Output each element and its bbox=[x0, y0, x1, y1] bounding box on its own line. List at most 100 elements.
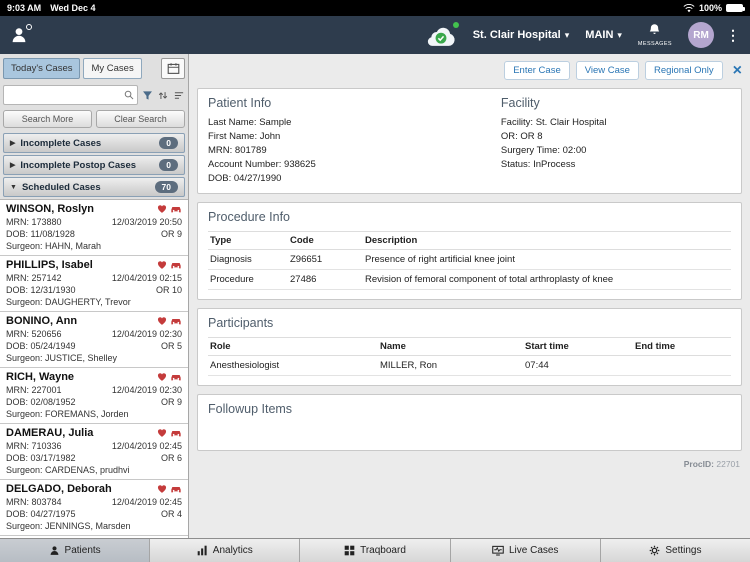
procedure-info-title: Procedure Info bbox=[208, 210, 731, 224]
case-dob: DOB: 04/27/1975 bbox=[6, 509, 76, 519]
followup-items-card: Followup Items bbox=[197, 394, 742, 451]
facility-selector-label: St. Clair Hospital bbox=[473, 29, 561, 41]
case-room: OR 10 bbox=[156, 285, 182, 295]
search-icon bbox=[124, 90, 134, 100]
section-incomplete-cases[interactable]: ▶ Incomplete Cases 0 bbox=[3, 133, 185, 153]
case-room: OR 4 bbox=[161, 509, 182, 519]
case-mrn: MRN: 710336 bbox=[6, 441, 62, 451]
proc-id-value: 22701 bbox=[716, 459, 740, 469]
tab-my-cases[interactable]: My Cases bbox=[83, 58, 141, 79]
close-icon[interactable]: × bbox=[733, 63, 742, 79]
search-row bbox=[0, 83, 188, 107]
search-box bbox=[3, 85, 138, 105]
case-mrn: MRN: 803784 bbox=[6, 497, 62, 507]
followup-items-body bbox=[208, 423, 731, 441]
participant-start-time: 07:44 bbox=[523, 356, 633, 376]
patient-mrn: MRN: 801789 bbox=[208, 145, 501, 156]
tab-label: Traqboard bbox=[360, 545, 406, 556]
tab-todays-cases[interactable]: Today's Cases bbox=[3, 58, 80, 79]
case-dob: DOB: 05/24/1949 bbox=[6, 341, 76, 351]
proc-id: ProcID: 22701 bbox=[197, 459, 742, 469]
case-surgeon: Surgeon: CARDENAS, prudhvi bbox=[6, 465, 130, 475]
case-surgeon: Surgeon: JUSTICE, Shelley bbox=[6, 353, 117, 363]
case-room: OR 6 bbox=[161, 453, 182, 463]
person-badge bbox=[26, 24, 32, 30]
case-dob: DOB: 11/08/1928 bbox=[6, 229, 75, 239]
tab-analytics[interactable]: Analytics bbox=[150, 539, 300, 562]
calendar-button[interactable] bbox=[161, 58, 185, 79]
case-list-item[interactable]: RICH, Wayne MRN: 22700112/04/2019 02:30 … bbox=[0, 368, 188, 424]
tab-traqboard[interactable]: Traqboard bbox=[300, 539, 450, 562]
case-datetime: 12/04/2019 02:30 bbox=[112, 385, 182, 395]
tab-settings[interactable]: Settings bbox=[601, 539, 750, 562]
transport-icon bbox=[170, 428, 182, 438]
view-case-button[interactable]: View Case bbox=[576, 61, 639, 80]
filter-button[interactable] bbox=[142, 90, 153, 101]
cloud-sync-icon bbox=[425, 25, 457, 46]
case-list-item[interactable]: PHILLIPS, Isabel MRN: 25714212/04/2019 0… bbox=[0, 256, 188, 312]
analytics-icon bbox=[197, 545, 208, 556]
section-label: Incomplete Postop Cases bbox=[20, 160, 136, 171]
case-room: OR 9 bbox=[161, 229, 182, 239]
regional-only-button[interactable]: Regional Only bbox=[645, 61, 723, 80]
case-list-item[interactable]: DELGADO, Deborah MRN: 80378412/04/2019 0… bbox=[0, 480, 188, 536]
section-scheduled-cases[interactable]: ▼ Scheduled Cases 70 bbox=[3, 177, 185, 197]
case-list-item[interactable]: DAMERAU, Julia MRN: 71033612/04/2019 02:… bbox=[0, 424, 188, 480]
tab-live-cases[interactable]: Live Cases bbox=[451, 539, 601, 562]
user-avatar[interactable]: RM bbox=[688, 22, 714, 48]
transport-icon bbox=[170, 204, 182, 214]
status-date: Wed Dec 4 bbox=[50, 3, 95, 13]
case-datetime: 12/04/2019 02:15 bbox=[112, 273, 182, 283]
case-mrn: MRN: 257142 bbox=[6, 273, 62, 283]
messages-button[interactable]: MESSAGES bbox=[638, 23, 672, 48]
table-row: Diagnosis Z96651 Presence of right artif… bbox=[208, 250, 731, 270]
case-room: OR 9 bbox=[161, 397, 182, 407]
sort-button[interactable] bbox=[157, 90, 169, 101]
tab-patients[interactable]: Patients bbox=[0, 539, 150, 562]
patient-add-button[interactable] bbox=[10, 26, 28, 44]
list-options-button[interactable] bbox=[173, 90, 185, 101]
search-more-button[interactable]: Search More bbox=[3, 110, 92, 128]
tab-label: Patients bbox=[65, 545, 101, 556]
procedure-table: Type Code Description Diagnosis Z96651 P… bbox=[208, 231, 731, 290]
col-description: Description bbox=[363, 232, 731, 250]
patient-account-number: Account Number: 938625 bbox=[208, 159, 501, 170]
patient-info-fields: Last Name: Sample First Name: John MRN: … bbox=[208, 117, 501, 184]
procedure-description: Presence of right artificial knee joint bbox=[363, 250, 731, 270]
section-count-badge: 0 bbox=[159, 159, 178, 171]
section-incomplete-postop-cases[interactable]: ▶ Incomplete Postop Cases 0 bbox=[3, 155, 185, 175]
col-name: Name bbox=[378, 338, 523, 356]
site-selector-label: MAIN bbox=[585, 29, 613, 41]
case-surgeon: Surgeon: JENNINGS, Marsden bbox=[6, 521, 131, 531]
facility-selector[interactable]: St. Clair Hospital ▾ bbox=[473, 29, 570, 41]
cardiac-risk-icon bbox=[157, 260, 167, 270]
col-code: Code bbox=[288, 232, 363, 250]
participant-role: Anesthesiologist bbox=[208, 356, 378, 376]
patient-last-name: Last Name: Sample bbox=[208, 117, 501, 128]
content-area: Today's Cases My Cases bbox=[0, 54, 750, 538]
calendar-icon bbox=[167, 62, 180, 75]
tab-label: Settings bbox=[665, 545, 701, 556]
table-header-row: Type Code Description bbox=[208, 232, 731, 250]
enter-case-button[interactable]: Enter Case bbox=[504, 61, 570, 80]
procedure-description: Revision of femoral component of total a… bbox=[363, 270, 731, 290]
chevron-down-icon: ▾ bbox=[565, 30, 570, 41]
case-patient-name: RICH, Wayne bbox=[6, 371, 74, 383]
overflow-menu-icon[interactable]: ⋮ bbox=[726, 27, 740, 44]
case-list-item[interactable]: WINSON, Roslyn MRN: 17388012/03/2019 20:… bbox=[0, 200, 188, 256]
case-surgeon: Surgeon: DAUGHERTY, Trevor bbox=[6, 297, 131, 307]
sync-status-button[interactable] bbox=[425, 25, 457, 46]
procedure-type: Procedure bbox=[208, 270, 288, 290]
site-selector[interactable]: MAIN ▾ bbox=[585, 29, 622, 41]
patient-first-name: First Name: John bbox=[208, 131, 501, 142]
followup-items-title: Followup Items bbox=[208, 402, 731, 416]
facility-name: Facility: St. Clair Hospital bbox=[501, 117, 731, 128]
col-role: Role bbox=[208, 338, 378, 356]
procedure-code: 27486 bbox=[288, 270, 363, 290]
case-list-item[interactable]: BONINO, Ann MRN: 52065612/04/2019 02:30 … bbox=[0, 312, 188, 368]
facility-title: Facility bbox=[501, 96, 731, 110]
search-input[interactable] bbox=[7, 90, 124, 101]
clear-search-button[interactable]: Clear Search bbox=[96, 110, 185, 128]
chevron-down-icon: ▼ bbox=[10, 184, 17, 191]
live-cases-icon bbox=[492, 545, 504, 556]
